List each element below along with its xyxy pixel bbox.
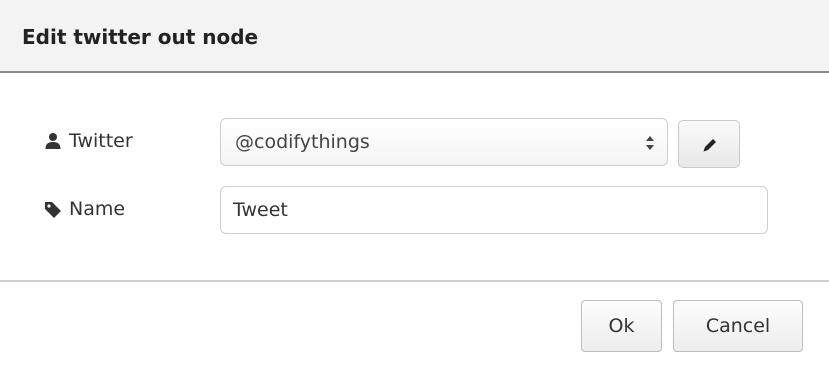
footer-divider	[0, 280, 829, 282]
edit-twitter-config-button[interactable]	[678, 120, 740, 168]
twitter-account-value: @codifythings	[235, 131, 370, 153]
pencil-icon	[703, 139, 716, 152]
name-label-text: Name	[69, 198, 126, 220]
user-icon	[44, 132, 62, 150]
name-row: Name	[0, 186, 829, 236]
edit-node-dialog: Edit twitter out node Twitter @codifythi…	[0, 0, 829, 365]
name-input[interactable]	[220, 186, 768, 234]
dialog-titlebar: Edit twitter out node	[0, 0, 829, 73]
tag-icon	[44, 200, 62, 218]
twitter-row: Twitter @codifythings	[0, 118, 829, 168]
twitter-account-select[interactable]: @codifythings	[220, 118, 668, 166]
name-label: Name	[44, 198, 125, 220]
cancel-button[interactable]: Cancel	[673, 300, 803, 352]
select-arrows-icon	[645, 133, 655, 153]
dialog-title: Edit twitter out node	[22, 25, 259, 49]
twitter-label: Twitter	[44, 130, 133, 152]
twitter-label-text: Twitter	[69, 130, 133, 152]
ok-button[interactable]: Ok	[581, 300, 662, 352]
